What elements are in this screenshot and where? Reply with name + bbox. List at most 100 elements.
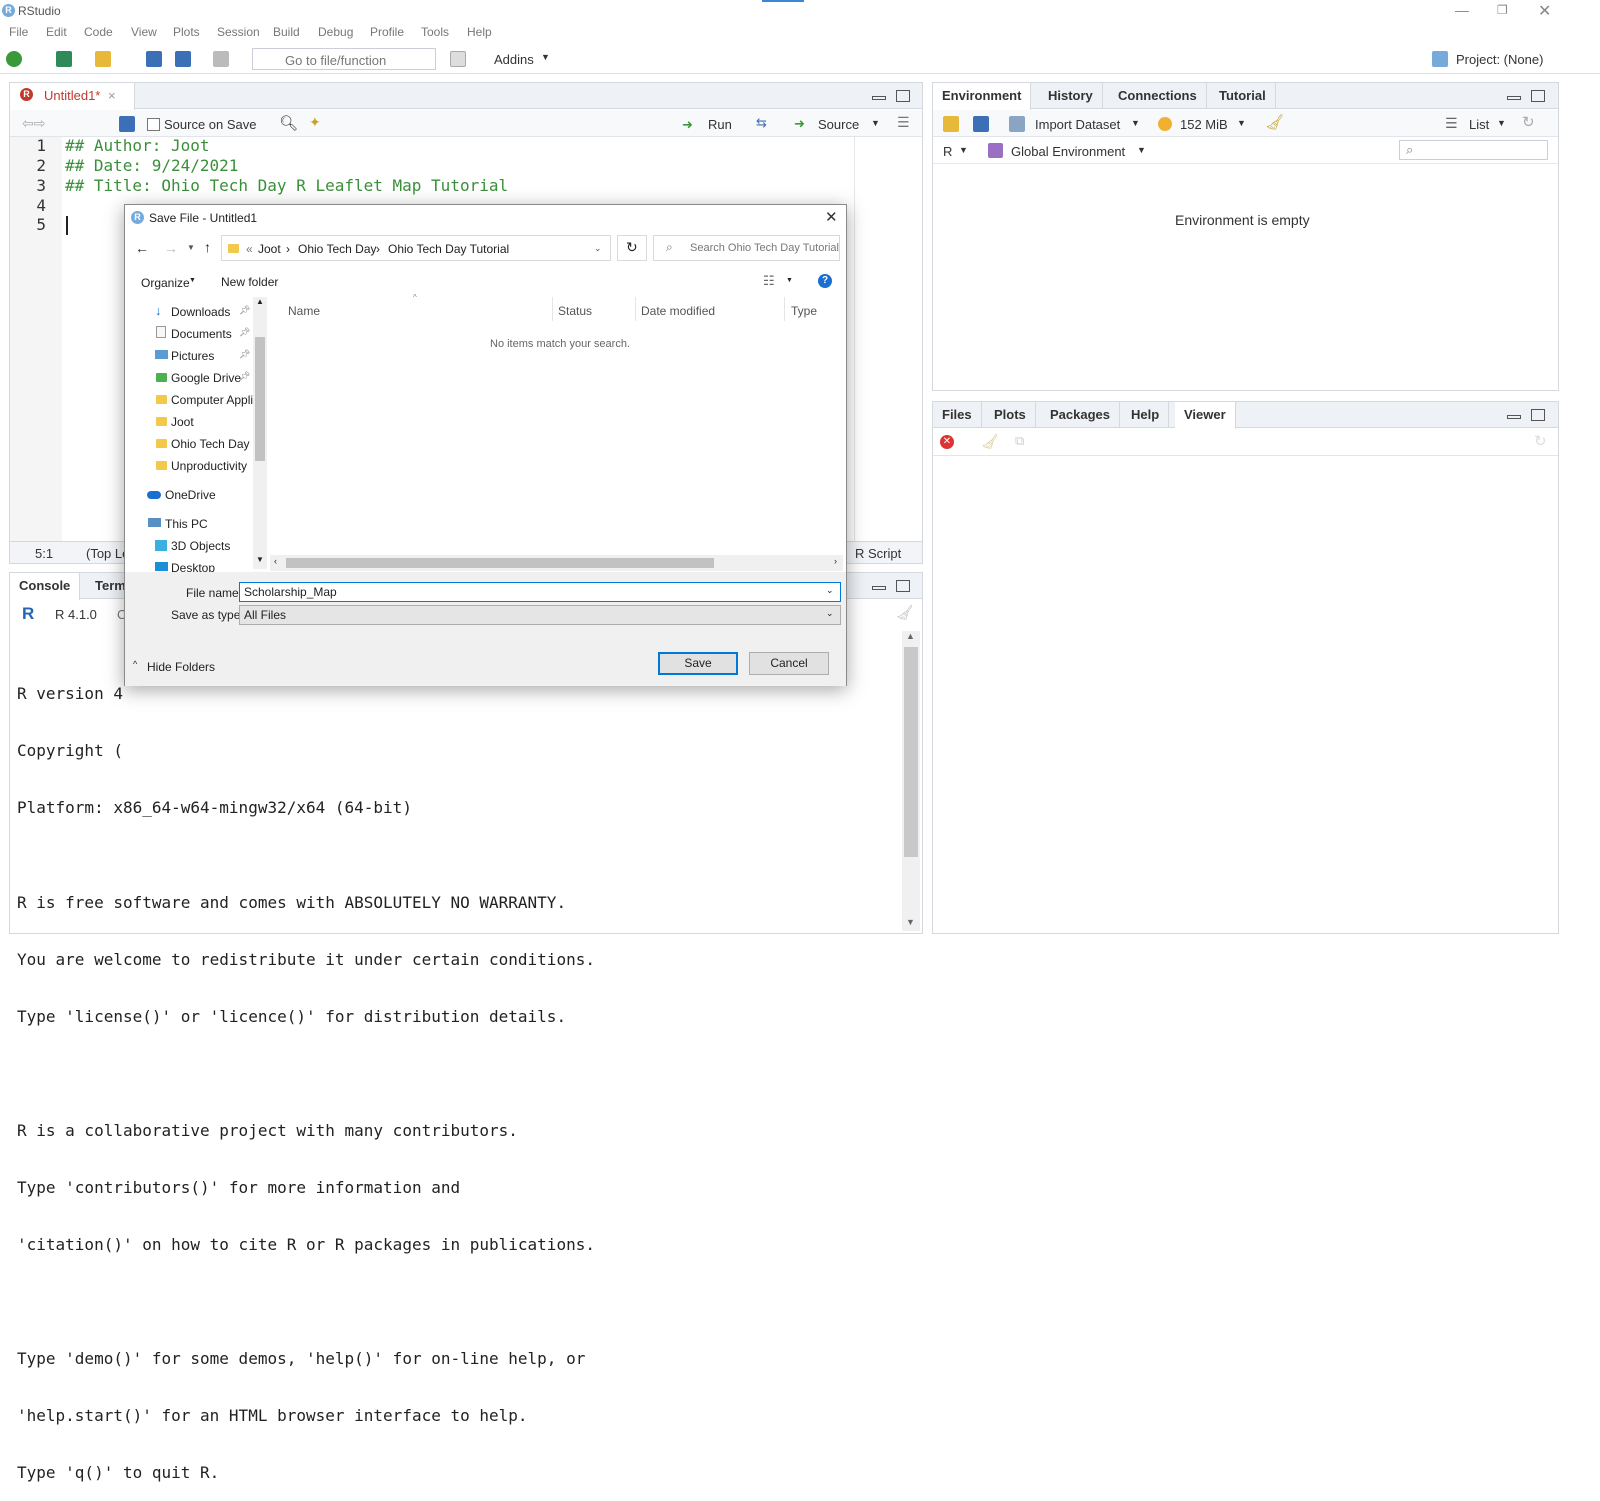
- import-chevron-icon[interactable]: ▼: [1131, 118, 1140, 128]
- tab-files[interactable]: Files: [933, 402, 982, 428]
- file-list-hscrollbar[interactable]: ‹ ›: [270, 555, 843, 571]
- project-menu[interactable]: Project: (None): [1456, 52, 1543, 67]
- scroll-up-icon[interactable]: ▲: [906, 631, 915, 641]
- organize-menu[interactable]: Organize: [141, 276, 190, 290]
- hide-folders-chevron-icon[interactable]: ^: [133, 659, 137, 669]
- close-tab-icon[interactable]: ×: [108, 88, 116, 103]
- menu-view[interactable]: View: [131, 25, 157, 39]
- nav-3d-objects[interactable]: 3D Objects: [171, 539, 230, 553]
- code-line[interactable]: ## Author: Joot: [65, 136, 210, 155]
- rerun-icon[interactable]: ⇆: [756, 115, 767, 131]
- save-button[interactable]: Save: [658, 652, 738, 675]
- dialog-search-input[interactable]: ⌕ Search Ohio Tech Day Tutorial: [653, 235, 840, 261]
- file-type-menu[interactable]: R Script: [855, 546, 901, 561]
- restore-icon[interactable]: ❐: [1497, 3, 1508, 17]
- maximize-pane-icon[interactable]: [896, 90, 910, 102]
- new-file-icon[interactable]: [6, 51, 22, 67]
- save-type-select[interactable]: All Files ⌄: [239, 605, 841, 625]
- nav-scrollbar[interactable]: ▲ ▼: [253, 297, 267, 569]
- minimize-pane-icon[interactable]: [872, 96, 886, 100]
- scope-chevron-icon[interactable]: ▼: [1137, 145, 1146, 155]
- tab-history[interactable]: History: [1039, 83, 1103, 109]
- tab-connections[interactable]: Connections: [1109, 83, 1207, 109]
- col-name[interactable]: Name: [288, 304, 320, 318]
- clear-viewer-icon[interactable]: 🧹︎: [981, 433, 999, 450]
- maximize-pane-icon[interactable]: [1531, 90, 1545, 102]
- menu-build[interactable]: Build: [273, 25, 300, 39]
- new-folder-button[interactable]: New folder: [221, 275, 278, 289]
- addins-chevron-icon[interactable]: ▼: [541, 52, 550, 62]
- nav-onedrive[interactable]: OneDrive: [165, 488, 216, 502]
- nav-downloads[interactable]: Downloads: [171, 305, 230, 319]
- tab-environment[interactable]: Environment: [933, 83, 1032, 110]
- breadcrumb-joot[interactable]: Joot: [258, 242, 281, 256]
- export-viewer-icon[interactable]: ⧉: [1015, 433, 1024, 449]
- col-divider[interactable]: [552, 297, 553, 321]
- environment-scope-menu[interactable]: Global Environment: [1011, 144, 1125, 159]
- refresh-button[interactable]: ↻: [617, 235, 647, 261]
- dialog-close-icon[interactable]: ✕: [825, 208, 838, 226]
- nav-unproductivity[interactable]: Unproductivity: [171, 459, 247, 473]
- refresh-viewer-icon[interactable]: ↻: [1534, 432, 1547, 450]
- memory-chevron-icon[interactable]: ▼: [1237, 118, 1246, 128]
- save-icon[interactable]: [146, 51, 162, 67]
- nav-scroll-thumb[interactable]: [255, 337, 265, 461]
- minimize-pane-icon[interactable]: [1507, 415, 1521, 419]
- breadcrumb-ohio-tech-day[interactable]: Ohio Tech Day: [298, 242, 377, 256]
- address-bar[interactable]: « Joot › Ohio Tech Day › Ohio Tech Day T…: [221, 235, 611, 261]
- back-forward-icon[interactable]: ⇦⇨: [22, 115, 45, 132]
- env-search-input[interactable]: ⌕: [1399, 140, 1548, 160]
- nav-google-drive[interactable]: Google Drive: [171, 371, 241, 385]
- scroll-down-icon[interactable]: ▼: [256, 555, 264, 564]
- console-output[interactable]: R version 4 Copyright ( Platform: x86_64…: [17, 646, 595, 1501]
- memory-usage[interactable]: 152 MiB: [1180, 117, 1228, 132]
- tab-help[interactable]: Help: [1122, 402, 1170, 428]
- nav-computer-applic[interactable]: Computer Applic: [171, 393, 253, 407]
- menu-edit[interactable]: Edit: [46, 25, 67, 39]
- scroll-down-icon[interactable]: ▼: [906, 917, 915, 927]
- tab-console[interactable]: Console: [10, 573, 81, 600]
- grid-layout-icon[interactable]: [450, 51, 466, 67]
- console-scrollbar[interactable]: ▲ ▼: [902, 631, 920, 931]
- tab-packages[interactable]: Packages: [1041, 402, 1120, 428]
- load-workspace-icon[interactable]: [943, 116, 959, 132]
- minimize-pane-icon[interactable]: [872, 586, 886, 590]
- minimize-icon[interactable]: —: [1455, 2, 1469, 18]
- col-type[interactable]: Type: [791, 304, 817, 318]
- menu-help[interactable]: Help: [467, 25, 492, 39]
- console-scroll-thumb[interactable]: [904, 647, 918, 857]
- hide-folders-toggle[interactable]: Hide Folders: [147, 660, 215, 674]
- nav-ohio-tech-day[interactable]: Ohio Tech Day: [171, 437, 250, 451]
- recent-chevron-icon[interactable]: ▼: [187, 243, 195, 252]
- nav-this-pc[interactable]: This PC: [165, 517, 208, 531]
- refresh-env-icon[interactable]: ↻: [1522, 113, 1535, 131]
- menu-file[interactable]: File: [9, 25, 28, 39]
- view-options-icon[interactable]: ☷: [763, 273, 775, 289]
- nav-documents[interactable]: Documents: [171, 327, 232, 341]
- outline-icon[interactable]: ☰: [897, 114, 910, 131]
- scroll-right-icon[interactable]: ›: [834, 556, 837, 566]
- nav-joot[interactable]: Joot: [171, 415, 194, 429]
- language-chevron-icon[interactable]: ▼: [959, 145, 968, 155]
- save-workspace-icon[interactable]: [973, 116, 989, 132]
- remove-viewer-icon[interactable]: ✕: [940, 435, 954, 449]
- goto-file-input[interactable]: Go to file/function: [252, 48, 436, 70]
- run-button[interactable]: Run: [708, 117, 732, 132]
- save-type-chevron-icon[interactable]: ⌄: [826, 608, 834, 619]
- code-line[interactable]: ## Date: 9/24/2021: [65, 156, 238, 175]
- organize-chevron-icon[interactable]: ▼: [189, 277, 196, 284]
- source-on-save-checkbox[interactable]: [147, 118, 160, 131]
- addins-menu[interactable]: Addins: [494, 52, 534, 67]
- source-button[interactable]: Source: [818, 117, 859, 132]
- up-arrow-icon[interactable]: ↑: [204, 239, 211, 255]
- scroll-left-icon[interactable]: ‹: [274, 556, 277, 566]
- open-file-icon[interactable]: [95, 51, 111, 67]
- print-icon[interactable]: [213, 51, 229, 67]
- hscroll-thumb[interactable]: [286, 558, 714, 568]
- list-chevron-icon[interactable]: ▼: [1497, 118, 1506, 128]
- code-line[interactable]: ## Title: Ohio Tech Day R Leaflet Map Tu…: [65, 176, 508, 195]
- address-chevron-icon[interactable]: ⌄: [594, 243, 602, 254]
- close-window-icon[interactable]: ✕: [1538, 1, 1551, 21]
- tab-plots[interactable]: Plots: [985, 402, 1036, 428]
- filename-chevron-icon[interactable]: ⌄: [826, 585, 834, 596]
